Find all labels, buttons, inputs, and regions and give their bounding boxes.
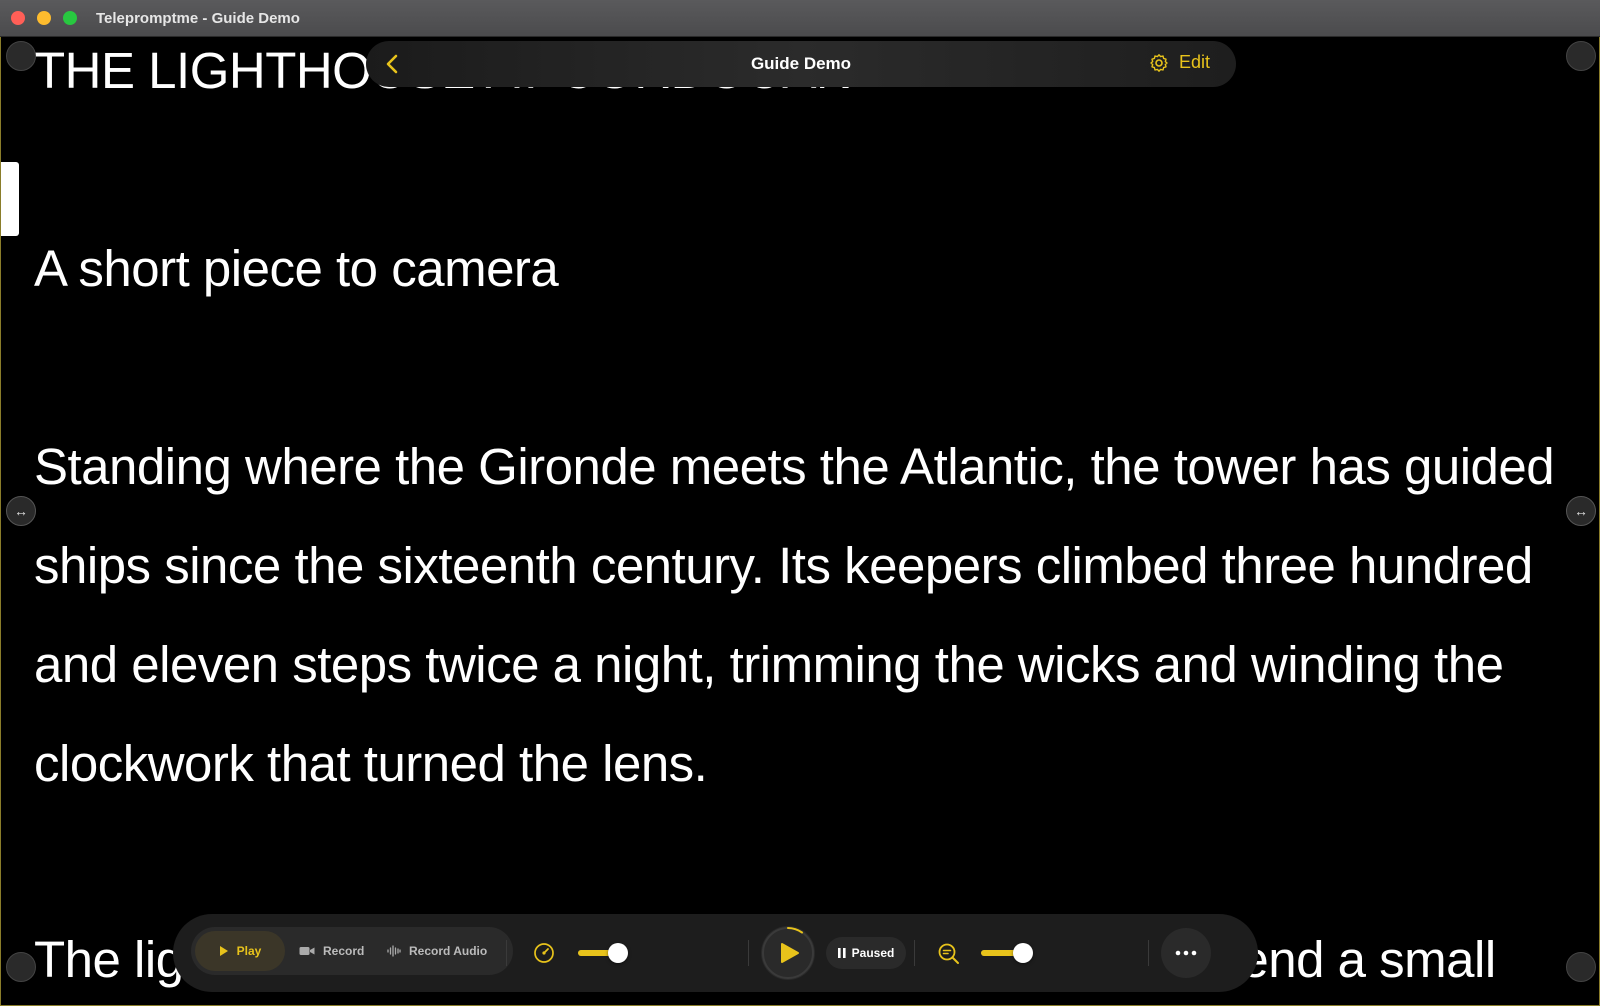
play-pause-button[interactable] (761, 926, 815, 980)
window-titlebar: Telepromptme - Guide Demo (0, 0, 1600, 37)
script-subtitle: A short piece to camera (34, 240, 559, 297)
ellipsis-icon (1175, 950, 1197, 956)
resize-handle-top-right[interactable] (1566, 41, 1596, 71)
mode-selector: Play Record Record Audio (191, 927, 513, 975)
playback-control-bar: Play Record Record Audio Paused (173, 914, 1258, 992)
divider (914, 940, 915, 966)
horizontal-arrows-icon: ↔ (1574, 503, 1588, 519)
playback-status-badge: Paused (826, 937, 906, 969)
record-audio-mode-button[interactable]: Record Audio (387, 931, 507, 971)
play-mode-label: Play (236, 944, 262, 958)
reading-position-marker[interactable] (1, 162, 19, 236)
speed-slider-thumb[interactable] (608, 943, 628, 963)
script-line: ships since the sixteenth century. Its k… (34, 537, 1533, 594)
play-icon (781, 943, 799, 963)
more-options-button[interactable] (1161, 928, 1211, 978)
play-icon (219, 946, 228, 956)
waveform-icon (387, 945, 401, 957)
record-mode-button[interactable]: Record (299, 931, 379, 971)
script-line: clockwork that turned the lens. (34, 735, 708, 792)
top-toolbar: Guide Demo Edit (366, 41, 1236, 87)
resize-left-edge-handle[interactable]: ↔ (6, 496, 36, 526)
divider (748, 940, 749, 966)
script-line: and eleven steps twice a night, trimming… (34, 636, 1504, 693)
zoom-slider-thumb[interactable] (1013, 943, 1034, 963)
playback-status-label: Paused (851, 946, 895, 960)
document-title: Guide Demo (750, 54, 852, 73)
zoom-window-button[interactable] (63, 11, 77, 25)
pause-icon (837, 948, 846, 958)
edit-label: Edit (1178, 52, 1210, 72)
resize-handle-bottom-left[interactable] (6, 952, 36, 982)
zoom-slider[interactable] (981, 943, 1034, 963)
minimize-window-button[interactable] (37, 11, 51, 25)
play-mode-button[interactable]: Play (195, 931, 285, 971)
resize-right-edge-handle[interactable]: ↔ (1566, 496, 1596, 526)
zoom-button[interactable] (937, 942, 961, 971)
speed-button[interactable] (533, 942, 555, 969)
script-line: Standing where the Gironde meets the Atl… (34, 438, 1555, 495)
speedometer-icon (534, 943, 554, 963)
resize-handle-bottom-right[interactable] (1566, 952, 1596, 982)
window-title: Telepromptme - Guide Demo (96, 10, 300, 27)
prompter-stage: THE LIGHTHOUSE AT CORDOUAN A short piece… (0, 37, 1600, 1006)
record-mode-label: Record (323, 944, 365, 958)
horizontal-arrows-icon: ↔ (14, 503, 28, 519)
speed-slider[interactable] (578, 943, 628, 963)
record-audio-mode-label: Record Audio (409, 944, 488, 958)
gear-icon (1150, 53, 1168, 72)
divider (1148, 940, 1149, 966)
video-camera-icon (299, 947, 315, 955)
resize-handle-top-left[interactable] (6, 41, 36, 71)
edit-button[interactable]: Edit (1149, 52, 1210, 73)
divider (506, 940, 507, 966)
close-window-button[interactable] (11, 11, 25, 25)
zoom-out-icon (938, 943, 959, 964)
